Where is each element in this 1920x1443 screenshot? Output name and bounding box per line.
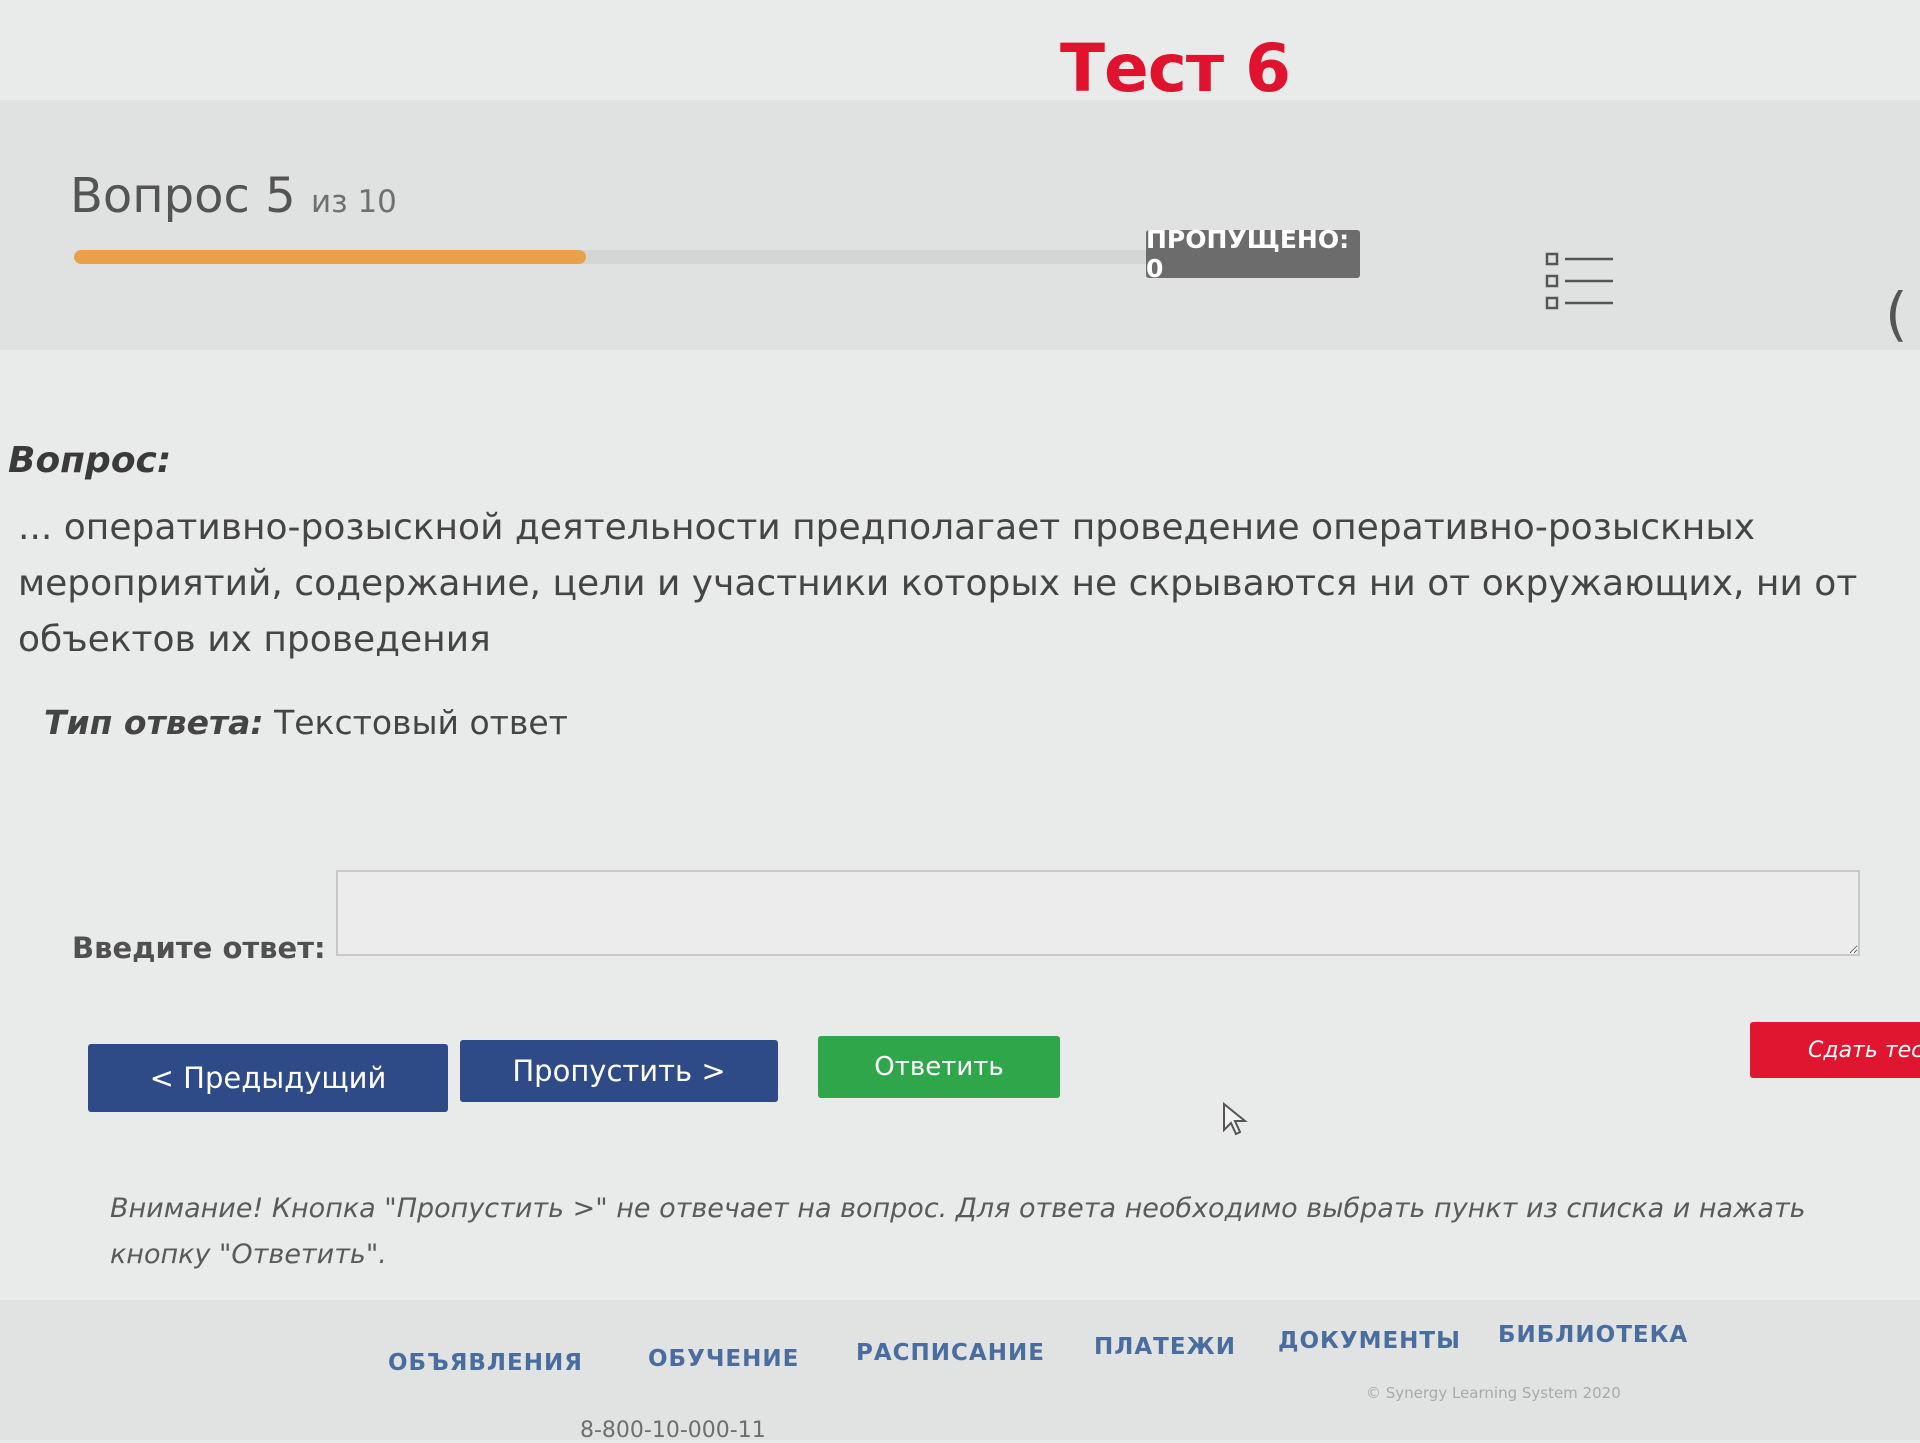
footer-nav: ОБЪЯВЛЕНИЯ ОБУЧЕНИЕ РАСПИСАНИЕ ПЛАТЕЖИ Д… <box>0 1300 1920 1440</box>
question-text: ... оперативно-розыскной деятельности пр… <box>18 507 1858 660</box>
partial-icon[interactable]: ( <box>1885 280 1908 348</box>
phone-number: 8-800-10-000-11 <box>580 1418 766 1443</box>
nav-library[interactable]: БИБЛИОТЕКА <box>1498 1322 1688 1348</box>
nav-schedule[interactable]: РАСПИСАНИЕ <box>856 1340 1045 1366</box>
answer-input[interactable] <box>336 870 1860 956</box>
question-number: Вопрос 5 <box>70 168 296 224</box>
question-list-icon[interactable] <box>1545 250 1617 318</box>
skip-button[interactable]: Пропустить > <box>460 1040 778 1102</box>
nav-payments[interactable]: ПЛАТЕЖИ <box>1094 1334 1236 1360</box>
copyright: © Synergy Learning System 2020 <box>1366 1384 1621 1402</box>
header-band <box>0 100 1920 350</box>
answer-button[interactable]: Ответить <box>818 1036 1060 1098</box>
nav-documents[interactable]: ДОКУМЕНТЫ <box>1278 1328 1461 1354</box>
question-counter: Вопрос 5 из 10 <box>70 168 397 224</box>
nav-learning[interactable]: ОБУЧЕНИЕ <box>648 1346 799 1372</box>
answer-type: Тип ответа: Текстовый ответ <box>44 703 568 742</box>
question-total: из 10 <box>310 184 397 220</box>
answer-type-label: Тип ответа: <box>44 703 264 742</box>
answer-type-value: Текстовый ответ <box>274 703 568 742</box>
page-title: Тест 6 <box>1059 30 1291 107</box>
question-label: Вопрос: <box>8 440 172 481</box>
skipped-badge: ПРОПУЩЕНО: 0 <box>1146 225 1360 283</box>
nav-announcements[interactable]: ОБЪЯВЛЕНИЯ <box>388 1350 583 1376</box>
previous-button[interactable]: < Предыдущий <box>88 1044 448 1112</box>
progress-bar-fill <box>74 250 586 264</box>
mouse-cursor-icon <box>1222 1101 1248 1140</box>
answer-label: Введите ответ: <box>72 931 326 965</box>
finish-test-button[interactable]: Сдать тест <box>1750 1022 1920 1078</box>
warning-text: Внимание! Кнопка "Пропустить >" не отвеч… <box>110 1193 1806 1270</box>
